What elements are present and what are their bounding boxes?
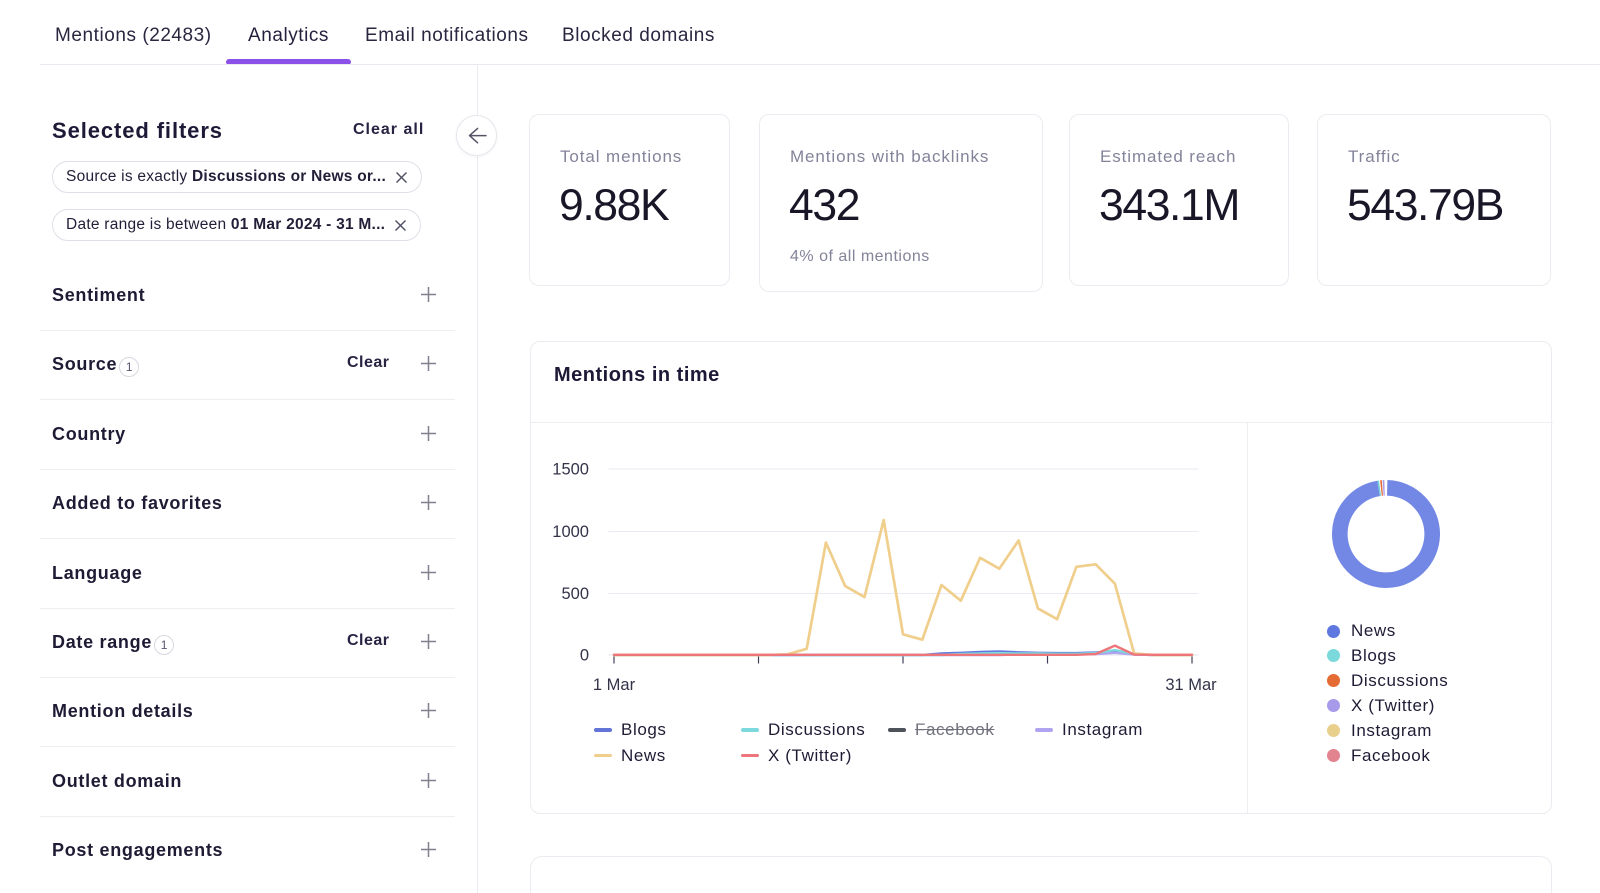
svg-text:1 Mar: 1 Mar: [593, 676, 636, 694]
svg-text:0: 0: [580, 647, 589, 665]
svg-text:31 Mar: 31 Mar: [1165, 676, 1217, 694]
svg-text:1000: 1000: [552, 523, 589, 541]
svg-text:1500: 1500: [552, 461, 589, 479]
svg-text:500: 500: [561, 585, 589, 603]
